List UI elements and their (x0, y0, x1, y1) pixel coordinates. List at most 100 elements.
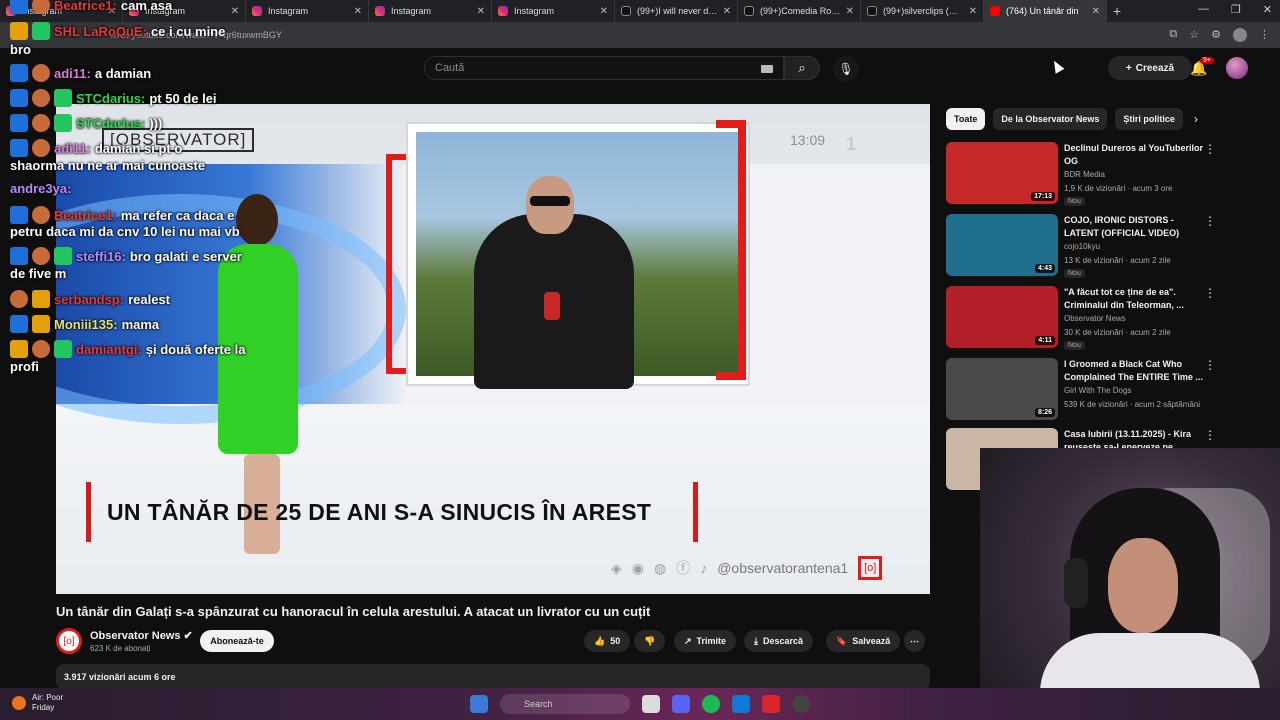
recommended-meta: 13 K de vizionări · acum 2 zile (1064, 256, 1171, 265)
chat-message: adi11: a damian (10, 64, 151, 82)
close-tab-icon[interactable]: ✕ (846, 6, 854, 17)
voice-search-button[interactable]: 🎙 (833, 56, 859, 82)
filter-chip[interactable]: De la Observator News (993, 108, 1108, 130)
share-button[interactable]: ↗ Trimite (674, 630, 737, 652)
recommended-video[interactable]: 4:43 COJO, IRONIC DISTORS - LATENT (OFFIC… (946, 214, 1236, 278)
reporter-sunglasses (530, 196, 570, 206)
bookmark-star-icon[interactable]: ☆ (1189, 28, 1199, 45)
chat-message: petru daca mi da cnv 10 lei nu mai vb (10, 224, 240, 239)
tab-title: (764) Un tânăr din (1006, 6, 1079, 16)
chat-message: de five m (10, 266, 66, 281)
discord-icon[interactable] (672, 695, 690, 713)
chat-badge-icon (10, 340, 28, 358)
headset-icon (1064, 558, 1088, 608)
tab-title: Instagram (514, 6, 555, 16)
headline-text: UN TÂNĂR DE 25 DE ANI S-A SINUCIS ÎN ARE… (107, 498, 652, 525)
browser-tab[interactable]: (99+)Comedia Român ✕ (738, 0, 861, 22)
recommended-channel[interactable]: Girl With The Dogs (1064, 386, 1131, 395)
task-view-icon[interactable] (642, 695, 660, 713)
browser-tab[interactable]: Instagram ✕ (492, 0, 615, 22)
chat-badge-icon (32, 290, 50, 308)
tab-title: (99+)silverclips (@silve (883, 6, 965, 16)
recommended-channel[interactable]: BDR Media (1064, 170, 1105, 179)
chat-badge-icon (32, 340, 50, 358)
more-options-icon[interactable]: ⋮ (1204, 358, 1216, 372)
save-button[interactable]: 🔖 Salvează (826, 630, 901, 652)
recommended-title[interactable]: Declinul Dureros al YouTuberilor OG (1064, 142, 1206, 168)
more-options-icon[interactable]: ⋮ (1204, 214, 1216, 228)
close-tab-icon[interactable]: ✕ (969, 6, 977, 17)
recommended-video[interactable]: 17:13 Declinul Dureros al YouTuberilor OG… (946, 142, 1236, 206)
chat-badge-icon (32, 0, 50, 14)
video-thumbnail[interactable]: 4:11 (946, 286, 1058, 348)
recommended-video[interactable]: 4:11 "A făcut tot ce ține de ea". Crimina… (946, 286, 1236, 350)
close-window-icon[interactable]: ✕ (1263, 3, 1272, 16)
close-tab-icon[interactable]: ✕ (354, 6, 362, 17)
search-button[interactable]: ⌕ (784, 56, 820, 80)
weather-widget[interactable]: Air: Poor Friday (12, 693, 63, 713)
filter-chip[interactable]: Știri politice (1115, 108, 1183, 130)
taskbar-search[interactable]: Search (500, 694, 630, 714)
video-thumbnail[interactable]: 8:26 (946, 358, 1058, 420)
observator-logo-icon: [o] (858, 556, 883, 580)
minimize-icon[interactable]: — (1198, 3, 1209, 16)
broadcast-clock: 13:09 (790, 132, 826, 148)
close-tab-icon[interactable]: ✕ (600, 6, 608, 17)
profile-icon[interactable] (1233, 28, 1247, 45)
more-options-icon[interactable]: ⋮ (1204, 428, 1216, 442)
recommended-channel[interactable]: cojo10kyu (1064, 242, 1100, 251)
recommended-title[interactable]: "A făcut tot ce ține de ea". Criminalul … (1064, 286, 1206, 312)
channel-avatar[interactable]: [o] (56, 628, 82, 654)
subscribe-button[interactable]: Abonează-te (200, 630, 274, 652)
browser-tab[interactable]: Instagram ✕ (369, 0, 492, 22)
more-actions-button[interactable]: ⋯ (904, 630, 925, 652)
tiktok-icon (867, 6, 877, 16)
close-tab-icon[interactable]: ✕ (723, 6, 731, 17)
more-options-icon[interactable]: ⋮ (1204, 286, 1216, 300)
close-tab-icon[interactable]: ✕ (477, 6, 485, 17)
chat-username: serbandsp: (54, 291, 125, 307)
create-button[interactable]: + Creează (1108, 56, 1192, 80)
new-tab-icon[interactable]: + (1113, 3, 1121, 19)
chevron-right-icon[interactable]: › (1194, 112, 1198, 126)
video-thumbnail[interactable]: 4:43 (946, 214, 1058, 276)
keyboard-icon[interactable] (761, 65, 773, 73)
download-button[interactable]: ⤓ Descarcă (744, 630, 814, 652)
browser-tab[interactable]: (764) Un tânăr din ✕ (984, 0, 1107, 22)
extensions-icon[interactable]: ⚙ (1211, 28, 1221, 45)
start-menu-icon[interactable] (470, 695, 488, 713)
menu-dots-icon[interactable]: ⋮ (1259, 28, 1270, 45)
channel-name[interactable]: Observator News ✔ (90, 629, 193, 642)
like-button[interactable]: 👍 50 (584, 630, 631, 652)
chat-text: bro (10, 42, 31, 57)
translate-icon[interactable]: ⧉ (1169, 28, 1177, 45)
chat-text: profi (10, 359, 39, 374)
recommended-title[interactable]: I Groomed a Black Cat Who Complained The… (1064, 358, 1206, 384)
description-box[interactable]: 3.917 vizionări acum 6 ore (56, 664, 930, 690)
close-tab-icon[interactable]: ✕ (1092, 6, 1100, 17)
tiktok-icon: ♪ (700, 560, 708, 576)
recommended-video[interactable]: 8:26 I Groomed a Black Cat Who Complained… (946, 358, 1236, 422)
filter-chip[interactable]: Toate (946, 108, 986, 130)
video-thumbnail[interactable]: 17:13 (946, 142, 1058, 204)
chat-text: de five m (10, 266, 67, 281)
recommended-title[interactable]: COJO, IRONIC DISTORS - LATENT (OFFICIAL … (1064, 214, 1206, 240)
account-avatar[interactable] (1226, 57, 1248, 79)
recommended-channel[interactable]: Observator News (1064, 314, 1126, 323)
tab-title: (99+)I will never do tha (637, 6, 719, 16)
chat-badge-icon (54, 340, 72, 358)
spotify-icon[interactable] (702, 695, 720, 713)
browser-tab[interactable]: (99+)silverclips (@silve ✕ (861, 0, 984, 22)
browser-tab[interactable]: (99+)I will never do tha ✕ (615, 0, 738, 22)
plus-icon: + (1125, 62, 1132, 74)
search-box[interactable]: Caută (424, 56, 784, 80)
dislike-button[interactable]: 👎 (634, 630, 666, 652)
search-input[interactable]: Caută (435, 62, 464, 74)
chat-username: Beatrice1: (54, 207, 117, 223)
maximize-icon[interactable]: ❐ (1231, 3, 1241, 16)
more-options-icon[interactable]: ⋮ (1204, 142, 1216, 156)
app-icon[interactable] (762, 695, 780, 713)
obs-icon[interactable] (792, 695, 810, 713)
chat-username: adi11: (54, 65, 91, 81)
edge-icon[interactable] (732, 695, 750, 713)
